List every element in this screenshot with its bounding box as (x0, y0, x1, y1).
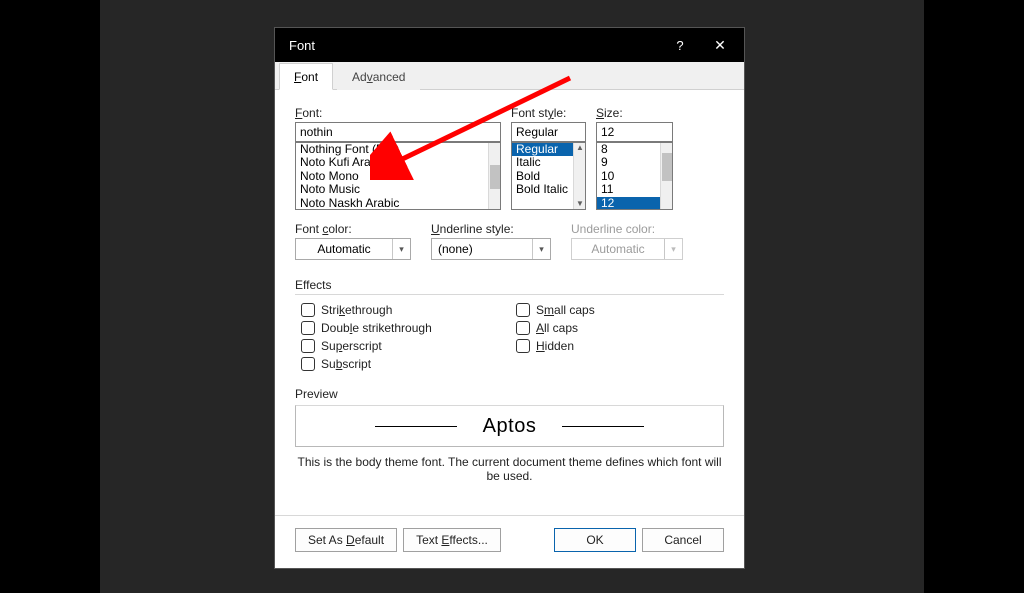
chevron-down-icon: ▾ (532, 239, 550, 259)
button-label: Cancel (664, 533, 701, 547)
checkbox-label: Small caps (536, 303, 595, 317)
font-label: Font: (295, 106, 501, 120)
tabstrip: Font Advanced (275, 62, 744, 90)
dialog-body: Font: Nothing Font (5x7) Noto Kufi Arabi… (275, 90, 744, 493)
size-listbox[interactable]: 8 9 10 11 12 (596, 142, 673, 210)
cancel-button[interactable]: Cancel (642, 528, 724, 552)
close-icon: ✕ (714, 37, 726, 54)
titlebar: Font ? ✕ (275, 28, 744, 62)
font-listbox[interactable]: Nothing Font (5x7) Noto Kufi Arabic Noto… (295, 142, 501, 210)
preview-rule (375, 426, 457, 427)
size-input[interactable] (596, 122, 673, 142)
list-item[interactable]: Noto Kufi Arabic (296, 156, 500, 169)
button-label: Set As Default (308, 533, 384, 547)
checkbox-superscript[interactable]: Superscript (301, 339, 510, 353)
chevron-down-icon: ▾ (664, 239, 682, 259)
set-as-default-button[interactable]: Set As Default (295, 528, 397, 552)
button-label: OK (586, 533, 603, 547)
underline-style-combo[interactable]: (none) ▾ (431, 238, 551, 260)
preview-note: This is the body theme font. The current… (295, 455, 724, 483)
underline-style-label: Underline style: (431, 222, 551, 236)
checkbox-hidden[interactable]: Hidden (516, 339, 595, 353)
underline-color-label: Underline color: (571, 222, 683, 236)
font-input[interactable] (295, 122, 501, 142)
button-label: Text Effects... (416, 533, 488, 547)
scrollbar[interactable] (660, 143, 672, 209)
dialog-footer: Set As Default Text Effects... OK Cancel (275, 515, 744, 568)
list-item[interactable]: Nothing Font (5x7) (296, 143, 500, 156)
checkbox-label: All caps (536, 321, 578, 335)
underline-style-value: (none) (432, 242, 532, 256)
tab-advanced[interactable]: Advanced (337, 63, 420, 90)
preview-sample-text: Aptos (483, 415, 537, 438)
size-label: Size: (596, 106, 673, 120)
scrollbar[interactable] (488, 143, 500, 209)
help-icon: ? (676, 38, 683, 53)
font-color-value: Automatic (296, 242, 392, 256)
scrollbar[interactable]: ▲ ▼ (573, 143, 585, 209)
checkbox-icon (301, 303, 315, 317)
list-item[interactable]: Noto Music (296, 183, 500, 196)
list-item[interactable]: Noto Naskh Arabic (296, 197, 500, 210)
preview-title: Preview (295, 387, 724, 401)
chevron-down-icon: ▾ (392, 239, 410, 259)
effects-title: Effects (295, 278, 724, 292)
tab-advanced-label: Advanced (352, 70, 405, 84)
checkbox-strikethrough[interactable]: Strikethrough (301, 303, 510, 317)
list-item[interactable]: Noto Mono (296, 170, 500, 183)
checkbox-double-strikethrough[interactable]: Double strikethrough (301, 321, 510, 335)
font-style-listbox[interactable]: Regular Italic Bold Bold Italic ▲ ▼ (511, 142, 586, 210)
font-color-label: Font color: (295, 222, 411, 236)
ok-button[interactable]: OK (554, 528, 636, 552)
checkbox-icon (516, 321, 530, 335)
checkbox-icon (516, 303, 530, 317)
text-effects-button[interactable]: Text Effects... (403, 528, 501, 552)
font-dialog: Font ? ✕ Font Advanced Font: Nothing Fon… (275, 28, 744, 568)
checkbox-label: Strikethrough (321, 303, 392, 317)
tab-font-label: Font (294, 70, 318, 84)
tab-font[interactable]: Font (279, 63, 333, 90)
checkbox-label: Hidden (536, 339, 574, 353)
dialog-title: Font (289, 38, 660, 53)
font-style-input[interactable] (511, 122, 586, 142)
underline-color-value: Automatic (572, 242, 664, 256)
close-button[interactable]: ✕ (700, 28, 740, 62)
help-button[interactable]: ? (660, 28, 700, 62)
effects-group: Strikethrough Double strikethrough Super… (295, 294, 724, 371)
checkbox-all-caps[interactable]: All caps (516, 321, 595, 335)
checkbox-label: Superscript (321, 339, 382, 353)
font-color-combo[interactable]: Automatic ▾ (295, 238, 411, 260)
checkbox-icon (301, 321, 315, 335)
checkbox-label: Subscript (321, 357, 371, 371)
checkbox-icon (301, 357, 315, 371)
checkbox-label: Double strikethrough (321, 321, 432, 335)
checkbox-subscript[interactable]: Subscript (301, 357, 510, 371)
checkbox-icon (516, 339, 530, 353)
checkbox-small-caps[interactable]: Small caps (516, 303, 595, 317)
preview-rule (562, 426, 644, 427)
font-style-label: Font style: (511, 106, 586, 120)
underline-color-combo: Automatic ▾ (571, 238, 683, 260)
checkbox-icon (301, 339, 315, 353)
preview-box: Aptos (295, 405, 724, 447)
